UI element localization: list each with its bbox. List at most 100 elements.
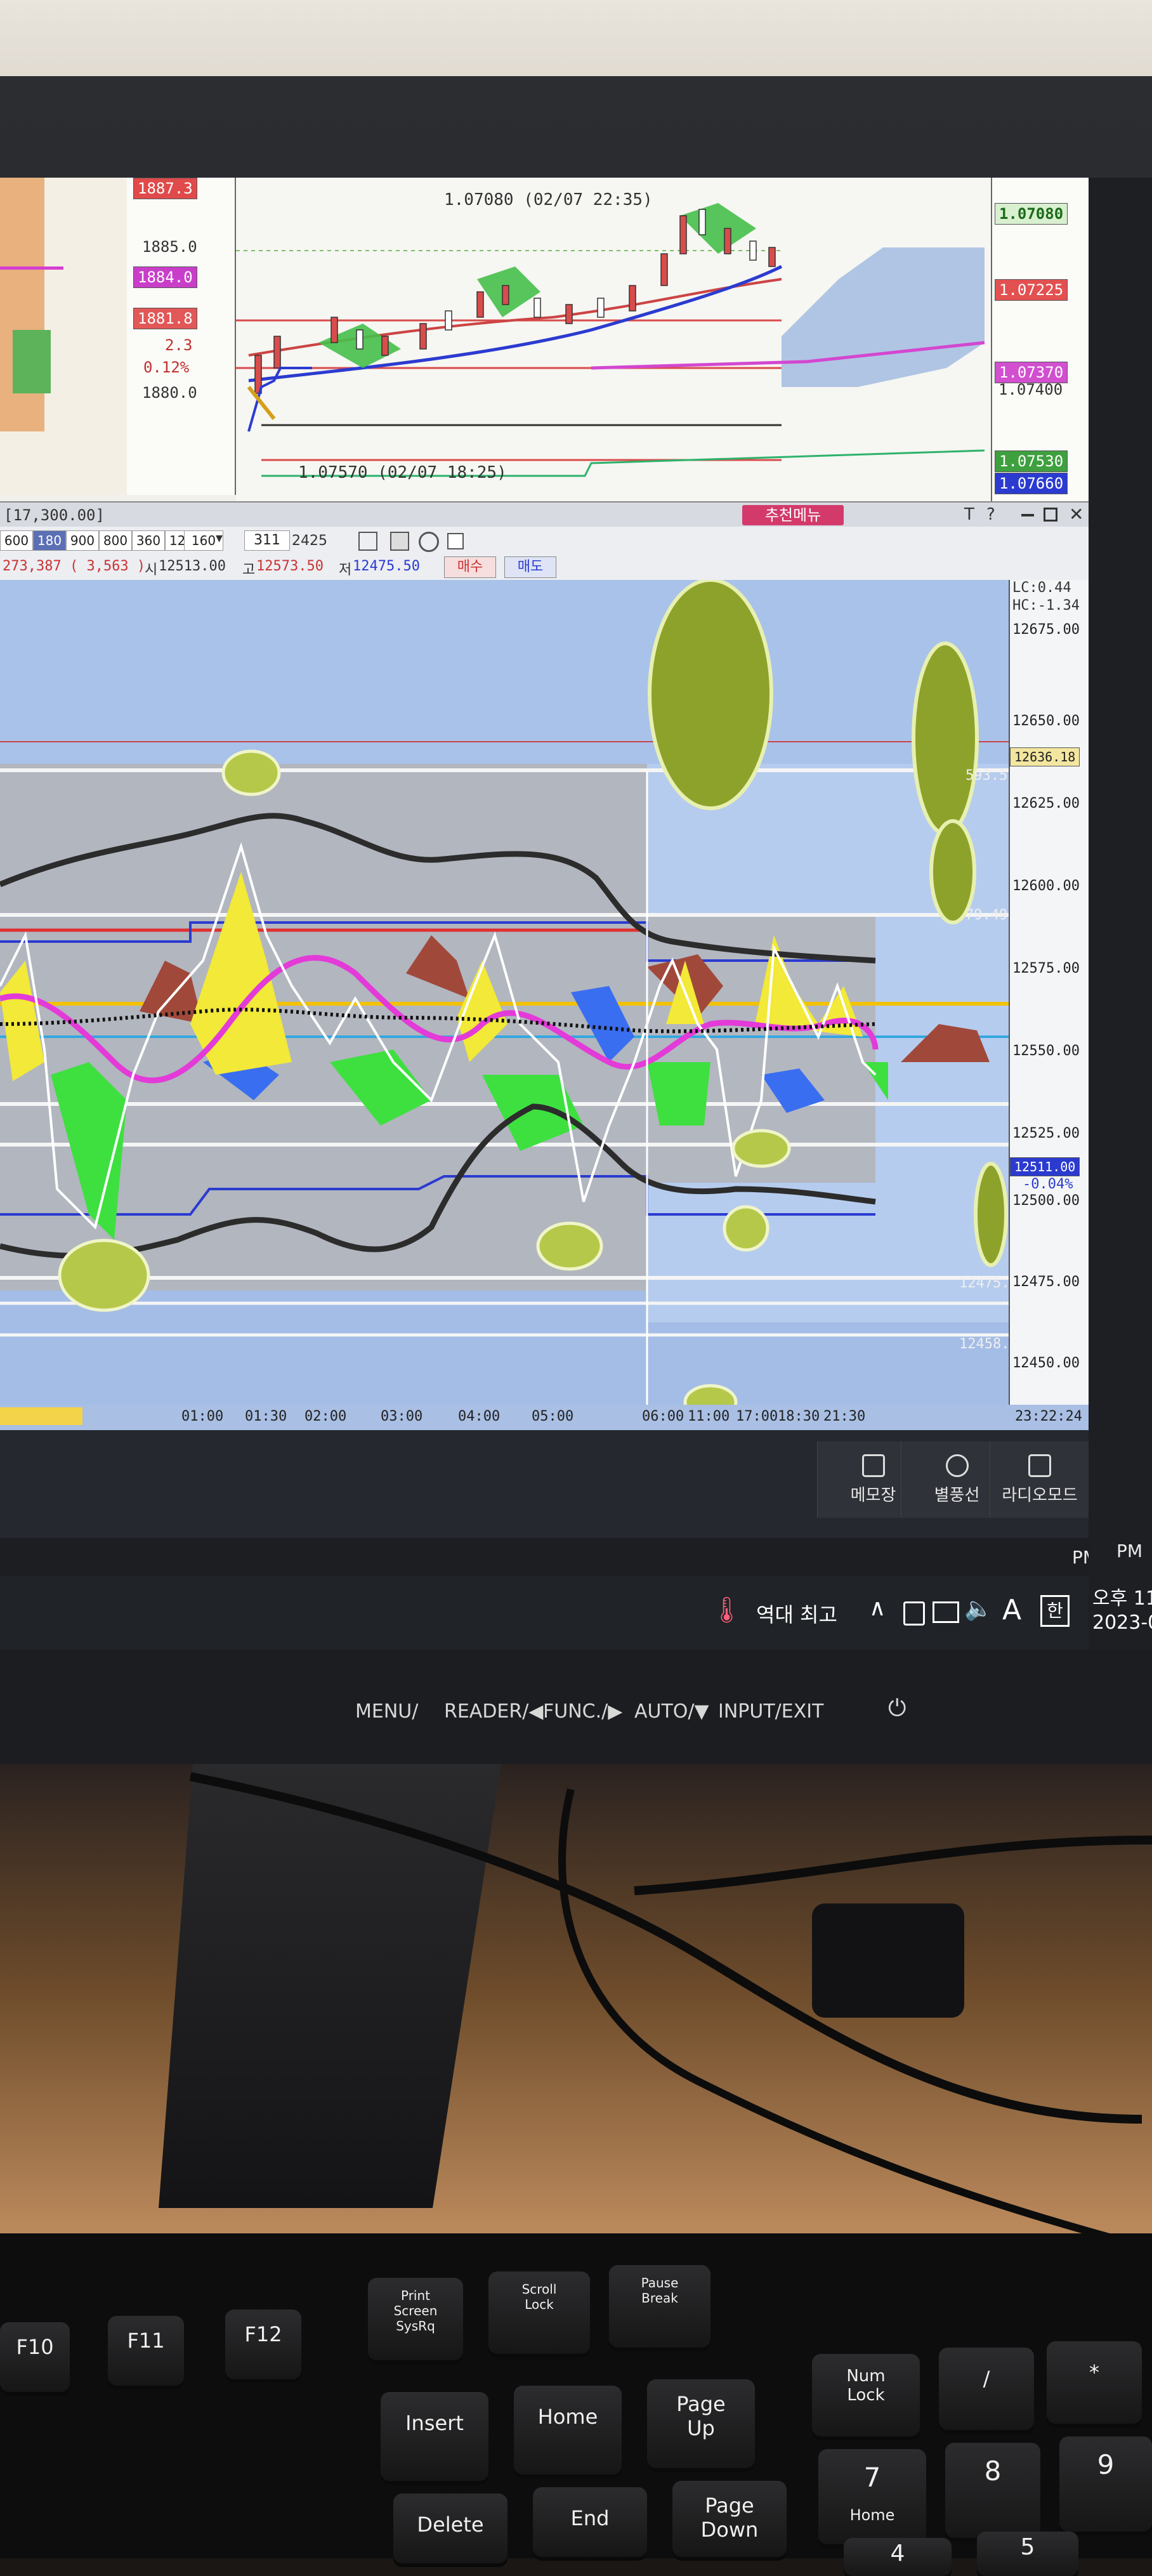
time-end-label: 23:22:24: [1015, 1409, 1082, 1424]
quote-open-label: 시: [145, 562, 158, 578]
key-insert[interactable]: Insert: [381, 2392, 488, 2481]
axis-change: -0.04%: [1023, 1176, 1073, 1192]
price-label: 1.07225: [995, 279, 1068, 301]
key-page-down[interactable]: Page Down: [672, 2481, 787, 2557]
price-label: 1881.8: [133, 308, 197, 329]
price-label: 1884.0: [133, 266, 197, 288]
monitor-bottom-bezel: MENU/ READER/◀ FUNC./▶ AUTO/▼ INPUT/EXIT…: [0, 1650, 1152, 1764]
axis-price: 12600.00: [1012, 878, 1080, 894]
period-button[interactable]: 600: [0, 530, 33, 551]
key-num-slash[interactable]: /: [939, 2348, 1034, 2430]
key-print-screen[interactable]: Print Screen SysRq: [368, 2278, 463, 2360]
save-icon[interactable]: [390, 532, 409, 551]
period-button[interactable]: 900: [66, 530, 99, 551]
window-button-t[interactable]: T: [964, 505, 974, 524]
time-label: 02:00: [304, 1409, 347, 1424]
monitor-reader-label[interactable]: READER/◀: [444, 1700, 543, 1723]
left-price-column: 1887.3 1885.0 1884.0 1881.8 2.3 0.12% 18…: [127, 178, 236, 495]
monitor-auto-label[interactable]: AUTO/▼: [634, 1700, 709, 1723]
quote-high-label: 고: [242, 562, 256, 578]
minimize-icon[interactable]: [1021, 514, 1034, 516]
monitor-input-label[interactable]: INPUT/EXIT: [718, 1700, 823, 1723]
monitor-menu-label[interactable]: MENU/: [355, 1700, 418, 1723]
recommend-menu-label: 추천메뉴: [764, 506, 821, 524]
radio-mode-button[interactable]: 라디오모드: [990, 1442, 1089, 1518]
buy-label: 매수: [457, 559, 483, 575]
crosshair-icon[interactable]: [358, 532, 377, 551]
checkbox-icon[interactable]: [447, 533, 464, 549]
network-icon[interactable]: [933, 1601, 959, 1623]
windows-taskbar: 🌡 역대 최고 ∧ 🔈 A 한 오후 11 2023-0: [0, 1576, 1089, 1650]
keyboard: F10 F11 F12 Print Screen SysRq Scroll Lo…: [0, 2233, 1152, 2576]
gear-icon[interactable]: [419, 532, 439, 552]
key-num-5[interactable]: 5: [977, 2532, 1078, 2576]
quote-low-label: 저: [339, 562, 352, 578]
axis-price: 12650.00: [1012, 713, 1080, 729]
close-icon[interactable]: ✕: [1069, 504, 1083, 525]
window-button-help[interactable]: ?: [986, 505, 995, 524]
key-end[interactable]: End: [533, 2487, 647, 2557]
price-axis: LC:0.44 HC:-1.34 12675.00 12650.00 12636…: [1009, 580, 1089, 1405]
key-num-lock[interactable]: Num Lock: [812, 2354, 920, 2436]
upper-chart-area: 1887.3 1885.0 1884.0 1881.8 2.3 0.12% 18…: [0, 178, 1089, 501]
counter-total: 2425: [292, 533, 327, 549]
indicator-label: HC:-1.34: [1012, 598, 1080, 614]
quote-line: 273,387 ( 3,563 ) 시 12513.00 고 12573.50 …: [0, 553, 1089, 580]
price-label: 1885.0: [142, 238, 197, 256]
time-label: 11:00: [688, 1409, 730, 1424]
memo-icon: [861, 1454, 885, 1477]
price-label: 1.07660: [995, 473, 1068, 494]
key-f10[interactable]: F10: [0, 2322, 70, 2392]
key-pause-break[interactable]: Pause Break: [609, 2265, 710, 2348]
power-icon[interactable]: ⏻: [888, 1695, 906, 1722]
sell-label: 매도: [517, 559, 544, 575]
battery-icon[interactable]: [903, 1601, 925, 1626]
key-scroll-lock[interactable]: Scroll Lock: [488, 2271, 590, 2354]
counter-value: 311: [254, 532, 280, 548]
left-mini-chart: [0, 178, 128, 495]
thermometer-icon: 🌡: [710, 1596, 743, 1625]
time-label: 21:30: [823, 1409, 866, 1424]
buy-button[interactable]: 매수: [444, 556, 496, 578]
time-axis: 01:00 01:30 02:00 03:00 04:00 05:00 06:0…: [0, 1405, 1089, 1430]
key-num-star[interactable]: *: [1047, 2341, 1142, 2424]
pm-label: PM: [1072, 1547, 1089, 1568]
axis-price: 12575.00: [1012, 961, 1080, 976]
key-delete[interactable]: Delete: [393, 2494, 507, 2563]
time-label: 05:00: [532, 1409, 574, 1424]
right-price-column: 1.07080 1.07225 1.07370 1.07400 1.07530 …: [991, 178, 1089, 501]
key-home[interactable]: Home: [514, 2386, 622, 2474]
monitor-func-label[interactable]: FUNC./▶: [543, 1700, 622, 1723]
lang-indicator[interactable]: A: [1002, 1594, 1021, 1626]
key-num-4[interactable]: 4: [844, 2538, 952, 2576]
key-num-9[interactable]: 9: [1059, 2436, 1152, 2532]
sell-button[interactable]: 매도: [504, 556, 556, 578]
price-label: 1.07080: [995, 203, 1068, 225]
time-label: 18:30: [778, 1409, 820, 1424]
maximize-icon[interactable]: [1044, 508, 1057, 522]
speaker-icon[interactable]: 🔈: [964, 1595, 993, 1622]
recommend-menu-button[interactable]: 추천메뉴: [742, 505, 844, 525]
price-label: 1880.0: [142, 384, 197, 402]
taskbar-time-edge: 오후 11: [1092, 1587, 1152, 1610]
price-label: 0.12%: [143, 358, 190, 376]
period-button[interactable]: 180: [33, 530, 66, 551]
period-button[interactable]: 800: [99, 530, 132, 551]
key-num-7[interactable]: 7 Home: [818, 2449, 926, 2544]
key-f12[interactable]: F12: [225, 2310, 301, 2379]
chart-inline-value: 79.49: [965, 907, 1008, 923]
ime-label: 한: [1047, 1600, 1063, 1621]
key-num-8[interactable]: 8: [945, 2443, 1040, 2538]
period-button[interactable]: 360: [132, 530, 165, 551]
key-f11[interactable]: F11: [108, 2316, 184, 2386]
counter-field[interactable]: 311: [244, 530, 290, 551]
weather-text[interactable]: 역대 최고: [756, 1599, 837, 1628]
key-page-up[interactable]: Page Up: [647, 2379, 755, 2468]
chevron-up-icon[interactable]: ∧: [869, 1595, 886, 1621]
top-chart-high-label: 1.07080 (02/07 22:35): [444, 190, 653, 209]
ime-indicator[interactable]: 한: [1040, 1595, 1070, 1627]
top-candle-chart: [236, 178, 991, 501]
indicator-label: LC:0.44: [1012, 580, 1071, 596]
axis-price: 12450.00: [1012, 1355, 1080, 1371]
chevron-down-icon[interactable]: ▾: [216, 530, 223, 546]
